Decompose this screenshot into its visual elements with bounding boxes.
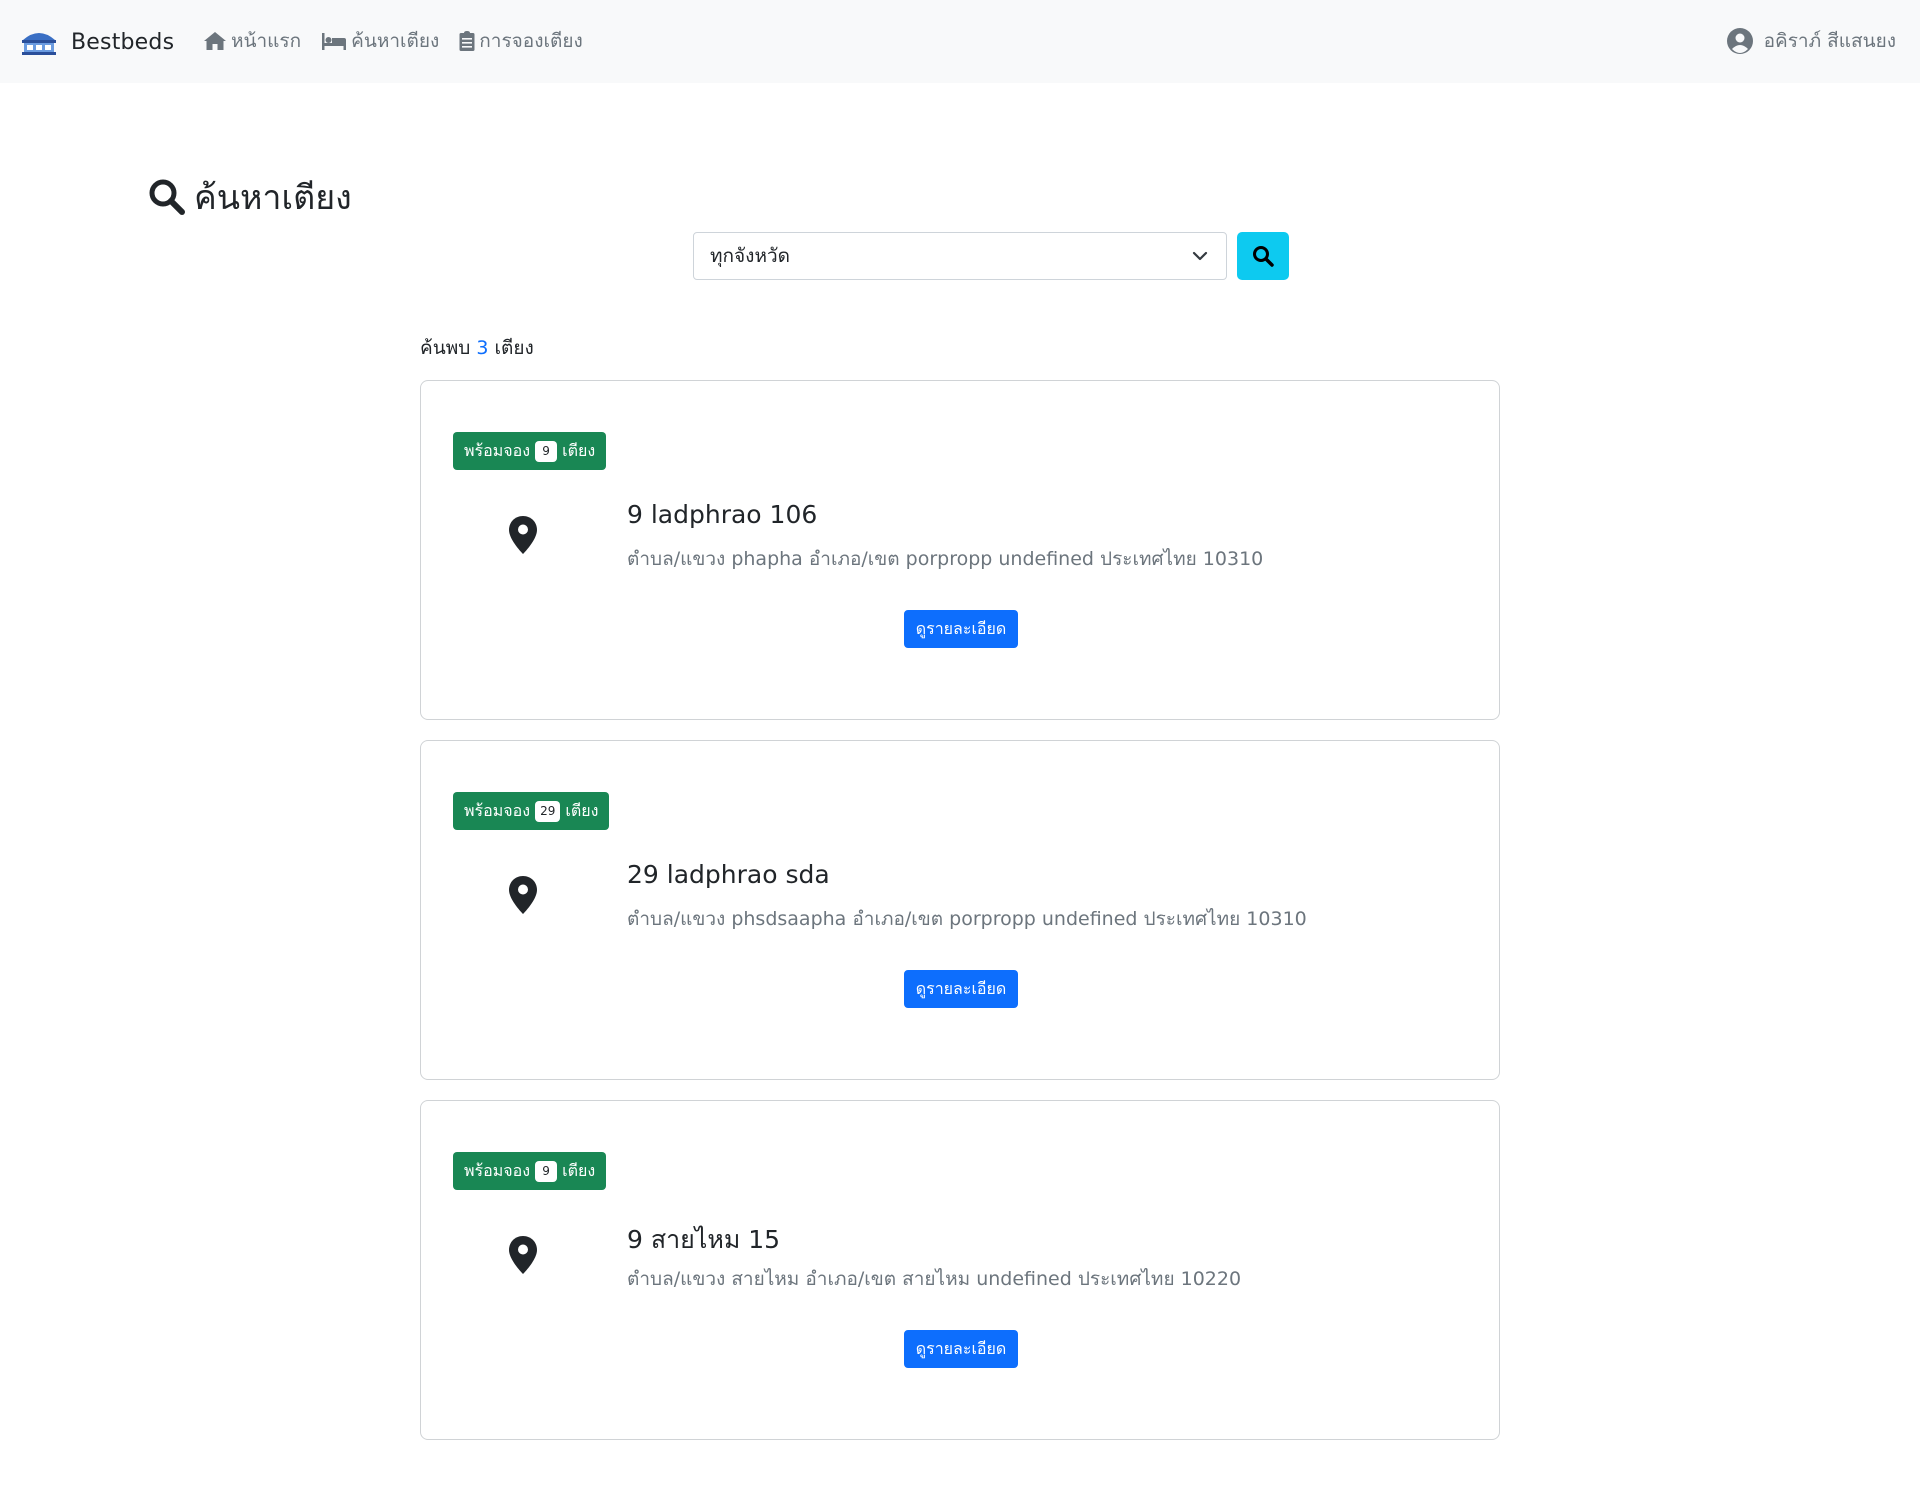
bed-icon (322, 33, 347, 50)
map-pin-icon (509, 876, 537, 914)
nav-bookings-label: การจองเตียง (479, 30, 583, 52)
result-list: พร้อมจอง 9 เตียง 9 ladphrao 106 ตำบล/แขว… (420, 380, 1500, 1460)
view-details-button[interactable]: ดูรายละเอียด (904, 970, 1018, 1008)
search-button[interactable] (1237, 232, 1289, 280)
nav-home-label: หน้าแรก (231, 30, 302, 52)
nav-search-beds[interactable]: ค้นหาเตียง (321, 26, 439, 56)
badge-count: 9 (535, 1160, 558, 1182)
card-title: 29 ladphrao sda (627, 860, 830, 889)
badge-suffix: เตียง (562, 1160, 596, 1180)
brand-logo-icon (22, 33, 56, 55)
card-address: ตำบล/แขวง phsdsaapha อำเภอ/เขต porpropp … (627, 908, 1307, 930)
nav-bookings[interactable]: การจองเตียง (459, 26, 583, 56)
availability-badge: พร้อมจอง 9 เตียง (453, 432, 607, 470)
card-address: ตำบล/แขวง phapha อำเภอ/เขต porpropp unde… (627, 548, 1264, 570)
clipboard-icon (459, 31, 475, 51)
badge-suffix: เตียง (565, 800, 599, 820)
user-menu[interactable]: อคิราภ์ สีแสนยง (1726, 26, 1896, 56)
badge-count: 9 (535, 440, 558, 462)
card-title: 9 สายไหม 15 (627, 1225, 781, 1254)
brand-name: Bestbeds (71, 29, 175, 55)
result-count: ค้นพบ 3 เตียง (420, 333, 534, 363)
search-icon (149, 179, 185, 215)
nav-search-beds-label: ค้นหาเตียง (351, 30, 440, 52)
user-circle-icon (1726, 28, 1753, 54)
search-row: ทุกจังหวัด (693, 232, 1289, 280)
chevron-down-icon (1192, 251, 1208, 261)
availability-badge: พร้อมจอง 29 เตียง (453, 792, 610, 830)
bed-card: พร้อมจอง 29 เตียง 29 ladphrao sda ตำบล/แ… (420, 740, 1500, 1080)
brand[interactable]: Bestbeds (20, 22, 174, 62)
result-count-number: 3 (476, 337, 489, 359)
result-count-prefix: ค้นพบ (420, 337, 471, 359)
card-address: ตำบล/แขวง สายไหม อำเภอ/เขต สายไหม undefi… (627, 1268, 1242, 1290)
bed-card: พร้อมจอง 9 เตียง 9 ladphrao 106 ตำบล/แขว… (420, 380, 1500, 720)
page-title-text: ค้นหาเตียง (194, 178, 352, 218)
result-count-suffix: เตียง (494, 337, 534, 359)
map-pin-icon (509, 1236, 537, 1274)
badge-prefix: พร้อมจอง (464, 440, 531, 460)
availability-badge: พร้อมจอง 9 เตียง (453, 1152, 607, 1190)
page-title: ค้นหาเตียง (148, 170, 352, 224)
bed-card: พร้อมจอง 9 เตียง 9 สายไหม 15 ตำบล/แขวง ส… (420, 1100, 1500, 1440)
badge-suffix: เตียง (562, 440, 596, 460)
search-icon (1253, 246, 1274, 267)
badge-prefix: พร้อมจอง (464, 1160, 531, 1180)
badge-prefix: พร้อมจอง (464, 800, 531, 820)
nav-links: หน้าแรก ค้นหาเตียง การจองเตียง (203, 26, 603, 56)
map-pin-icon (509, 516, 537, 554)
nav-home[interactable]: หน้าแรก (203, 26, 301, 56)
badge-count: 29 (535, 800, 561, 822)
view-details-button[interactable]: ดูรายละเอียด (904, 610, 1018, 648)
province-select-value: ทุกจังหวัด (710, 245, 790, 267)
card-title: 9 ladphrao 106 (627, 500, 818, 529)
user-name: อคิราภ์ สีแสนยง (1763, 30, 1896, 52)
home-icon (204, 32, 226, 50)
province-select[interactable]: ทุกจังหวัด (693, 232, 1227, 280)
navbar: Bestbeds หน้าแรก ค้นหาเตียง การจองเตียง … (0, 0, 1920, 83)
view-details-button[interactable]: ดูรายละเอียด (904, 1330, 1018, 1368)
